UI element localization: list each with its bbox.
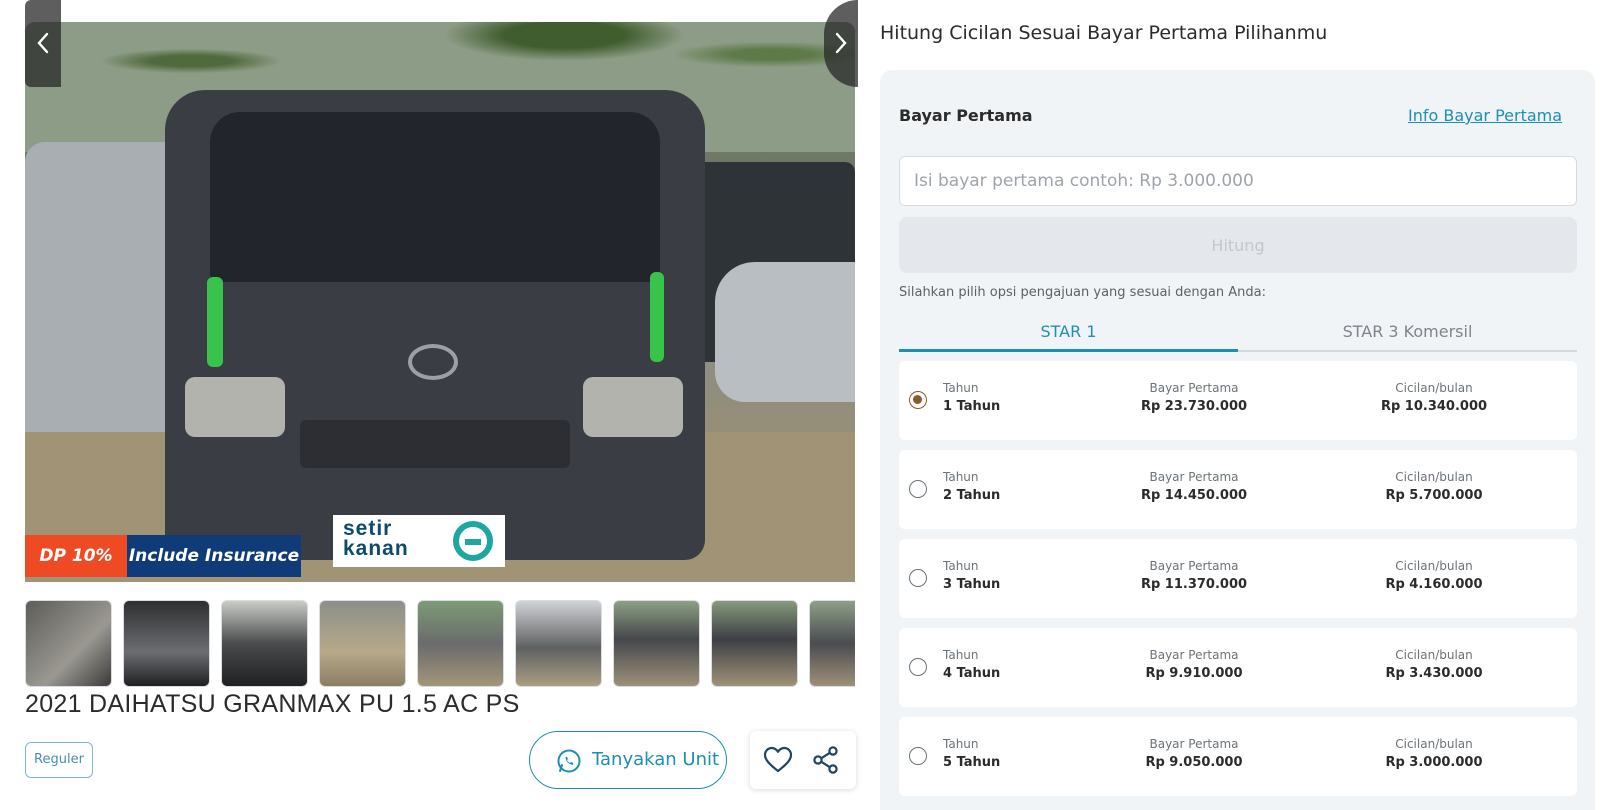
down-payment-col-label: Bayar Pertama [1149,648,1239,662]
down-payment-label: Bayar Pertama [899,106,1033,125]
photo-headlamp-right [583,377,683,437]
listing-type-tag: Reguler [25,742,93,778]
option-hint-text: Silahkan pilih opsi pengajuan yang sesua… [899,285,1266,300]
steering-wheel-icon [453,521,493,561]
calculate-button[interactable]: Hitung [899,217,1577,273]
tenor-option[interactable]: Tahun 2 Tahun Bayar Pertama Rp 14.450.000 … [899,450,1577,529]
tenor-radio[interactable] [909,747,927,765]
tenor-radio[interactable] [909,480,927,498]
tenor-value: 3 Tahun [943,577,1001,592]
thumbnail[interactable] [515,600,602,687]
down-payment-col-label: Bayar Pertama [1149,470,1239,484]
tenor-value: 1 Tahun [943,399,1001,414]
setir-kanan-watermark: setir kanan [333,515,505,567]
tenor-label: Tahun [943,470,979,484]
photo-parked-car-right-silver [715,262,855,402]
tab-star-3-komersil[interactable]: STAR 3 Komersil [1238,316,1577,352]
share-icon[interactable] [812,746,840,774]
thumbnail[interactable] [123,600,210,687]
installment-col-label: Cicilan/bulan [1395,648,1473,662]
calculator-heading: Hitung Cicilan Sesuai Bayar Pertama Pili… [880,22,1328,44]
photo-headlamp-left [185,377,285,437]
installment-col-label: Cicilan/bulan [1395,381,1473,395]
down-payment-value: Rp 9.910.000 [1145,666,1243,681]
car-title: 2021 DAIHATSU GRANMAX PU 1.5 AC PS [25,690,520,718]
thumbnail[interactable] [25,600,112,687]
tenor-label: Tahun [943,648,979,662]
installment-value: Rp 5.700.000 [1385,488,1483,503]
thumbnail[interactable] [613,600,700,687]
down-payment-value: Rp 23.730.000 [1140,399,1248,414]
tenor-value: 5 Tahun [943,755,1001,770]
tenor-value: 2 Tahun [943,488,1001,503]
tenor-label: Tahun [943,381,979,395]
heart-icon[interactable] [763,745,793,775]
down-payment-col-label: Bayar Pertama [1149,737,1239,751]
tenor-option[interactable]: Tahun 5 Tahun Bayar Pertama Rp 9.050.000 C… [899,717,1577,796]
down-payment-input[interactable] [899,156,1577,206]
installment-value: Rp 10.340.000 [1380,399,1488,414]
photo-green-stripe-right [650,272,664,362]
installment-col-label: Cicilan/bulan [1395,470,1473,484]
photo-daihatsu-emblem [408,344,458,380]
chevron-right-icon [835,32,847,54]
tenor-radio[interactable] [909,391,927,409]
chevron-left-icon [37,32,49,54]
installment-col-label: Cicilan/bulan [1395,559,1473,573]
thumbnail[interactable] [319,600,406,687]
whatsapp-icon [557,749,581,773]
car-main-photo[interactable] [25,22,855,582]
tenor-option[interactable]: Tahun 4 Tahun Bayar Pertama Rp 9.910.000 C… [899,628,1577,707]
ask-unit-button[interactable]: Tanyakan Unit [529,731,727,789]
tab-star-1[interactable]: STAR 1 [899,316,1238,352]
installment-value: Rp 3.000.000 [1385,755,1483,770]
listing-actions [750,731,856,789]
ask-unit-label: Tanyakan Unit [592,749,720,770]
photo-grille [300,420,570,468]
thumbnail-prev-button[interactable] [25,0,61,87]
insurance-badge: Include Insurance [127,535,301,577]
thumbnail[interactable] [221,600,308,687]
tenor-radio[interactable] [909,569,927,587]
down-payment-value: Rp 14.450.000 [1140,488,1248,503]
thumbnail[interactable] [711,600,798,687]
installment-value: Rp 3.430.000 [1385,666,1483,681]
tenor-value: 4 Tahun [943,666,1001,681]
down-payment-info-link[interactable]: Info Bayar Pertama [1408,106,1562,125]
down-payment-value: Rp 9.050.000 [1145,755,1243,770]
down-payment-col-label: Bayar Pertama [1149,381,1239,395]
tenor-radio[interactable] [909,658,927,676]
photo-green-stripe-left [207,277,223,367]
thumbnail[interactable] [809,600,855,687]
photo-van-windshield [210,112,660,282]
installment-col-label: Cicilan/bulan [1395,737,1473,751]
tenor-label: Tahun [943,737,979,751]
tenor-option[interactable]: Tahun 1 Tahun Bayar Pertama Rp 23.730.000 … [899,361,1577,440]
program-tabs: STAR 1 STAR 3 Komersil [899,316,1577,352]
down-payment-value: Rp 11.370.000 [1140,577,1248,592]
tenor-label: Tahun [943,559,979,573]
down-payment-col-label: Bayar Pertama [1149,559,1239,573]
installment-value: Rp 4.160.000 [1385,577,1483,592]
thumbnail-strip [25,600,855,687]
thumbnail[interactable] [417,600,504,687]
watermark-logo-text: setir kanan [343,517,409,560]
dp-badge: DP 10% [25,535,127,577]
tenor-option[interactable]: Tahun 3 Tahun Bayar Pertama Rp 11.370.000 … [899,539,1577,618]
